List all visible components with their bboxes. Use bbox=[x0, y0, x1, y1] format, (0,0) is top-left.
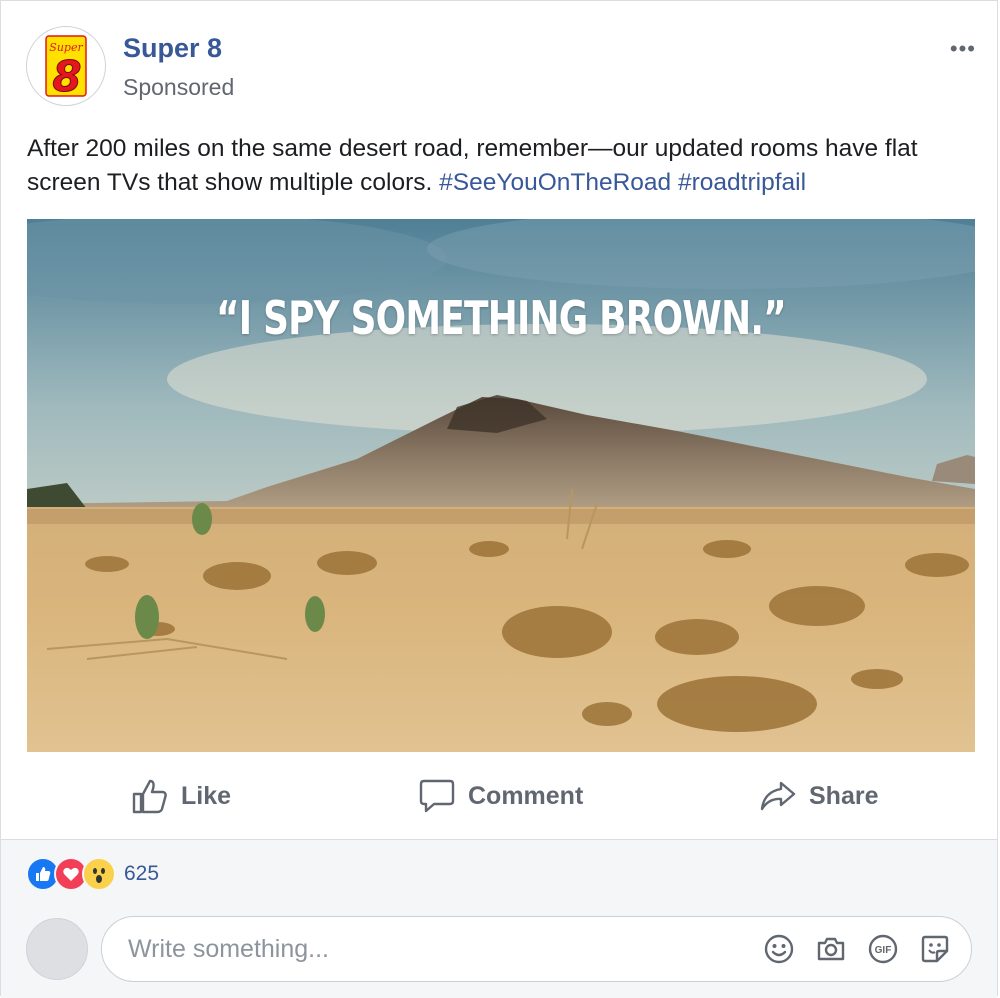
post-header: Super 8 Super 8 Sponsored ••• bbox=[26, 26, 976, 108]
more-options-icon[interactable]: ••• bbox=[950, 36, 976, 62]
post-body: After 200 miles on the same desert road,… bbox=[27, 132, 977, 200]
post-actions-bar: Like Comment Share bbox=[1, 763, 999, 829]
comment-input[interactable]: Write something... GIF bbox=[101, 916, 972, 982]
like-label: Like bbox=[181, 781, 232, 810]
hashtag-link[interactable]: #roadtripfail bbox=[678, 169, 806, 196]
wow-reaction-icon bbox=[82, 857, 116, 891]
page-avatar[interactable]: Super 8 bbox=[26, 26, 106, 106]
svg-text:GIF: GIF bbox=[875, 945, 892, 956]
comment-placeholder: Write something... bbox=[128, 935, 330, 963]
post-footer: 625 Write something... GIF bbox=[1, 839, 997, 998]
comment-icon bbox=[419, 779, 455, 813]
hashtag-link[interactable]: #SeeYouOnTheRoad bbox=[439, 169, 671, 196]
sticker-icon[interactable] bbox=[919, 933, 951, 965]
post-image[interactable]: “I SPY SOMETHING BROWN.” bbox=[27, 219, 975, 752]
share-arrow-icon bbox=[760, 781, 796, 811]
reactions-summary[interactable]: 625 bbox=[26, 857, 159, 891]
camera-icon[interactable] bbox=[815, 933, 847, 965]
comment-tools: GIF bbox=[743, 931, 951, 967]
reaction-count[interactable]: 625 bbox=[124, 862, 159, 886]
like-button[interactable]: Like bbox=[131, 771, 231, 821]
sponsored-label[interactable]: Sponsored bbox=[123, 74, 234, 101]
comment-label: Comment bbox=[468, 781, 584, 810]
thumbs-up-icon bbox=[132, 779, 167, 814]
gif-icon[interactable]: GIF bbox=[867, 933, 899, 965]
sponsored-post-card: Super 8 Super 8 Sponsored ••• After 200 … bbox=[0, 0, 999, 998]
emoji-icon[interactable] bbox=[763, 933, 795, 965]
image-overlay-text: “I SPY SOMETHING BROWN.” bbox=[215, 291, 787, 345]
share-label: Share bbox=[809, 781, 879, 810]
user-avatar bbox=[26, 918, 88, 980]
share-button[interactable]: Share bbox=[759, 771, 878, 821]
comment-button[interactable]: Comment bbox=[418, 771, 583, 821]
page-name-link[interactable]: Super 8 bbox=[123, 33, 222, 64]
logo-eight-text: 8 bbox=[52, 52, 81, 101]
